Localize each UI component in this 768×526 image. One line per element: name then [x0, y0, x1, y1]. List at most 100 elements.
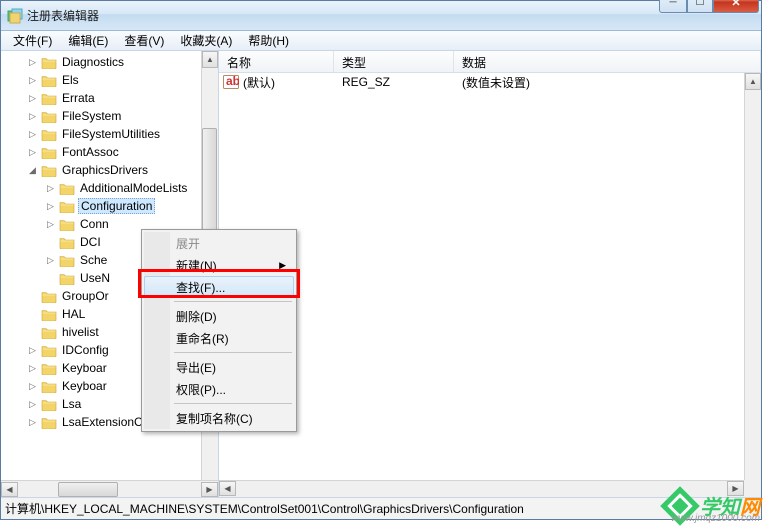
expand-icon[interactable]: ▷: [45, 183, 56, 194]
tree-item[interactable]: ▷ FileSystemUtilities: [1, 125, 218, 143]
folder-icon: [59, 200, 75, 213]
col-data[interactable]: 数据: [454, 51, 761, 72]
folder-icon: [41, 416, 57, 429]
folder-icon: [41, 398, 57, 411]
tree-hscroll[interactable]: ◀▶: [1, 480, 218, 497]
expand-icon[interactable]: ▷: [27, 363, 38, 374]
watermark: 学知网 www.jmqz1000.com: [666, 491, 760, 520]
folder-icon: [41, 362, 57, 375]
expand-icon[interactable]: [45, 237, 56, 248]
tree-label: DCI: [78, 235, 103, 249]
expand-icon[interactable]: ▷: [27, 129, 38, 140]
expand-icon[interactable]: ▷: [45, 201, 56, 212]
folder-icon: [59, 236, 75, 249]
tree-item[interactable]: ▷ AdditionalModeLists: [1, 179, 218, 197]
tree-label: IDConfig: [60, 343, 111, 357]
context-menu: 展开 新建(N)▶ 查找(F)... 删除(D) 重命名(R) 导出(E) 权限…: [141, 229, 297, 432]
titlebar[interactable]: 注册表编辑器 ─ ☐ ✕: [1, 1, 761, 31]
expand-icon[interactable]: ▷: [45, 255, 56, 266]
tree-label: HAL: [60, 307, 87, 321]
menu-help[interactable]: 帮助(H): [240, 30, 297, 51]
tree-label: hivelist: [60, 325, 101, 339]
expand-icon[interactable]: ▷: [27, 147, 38, 158]
cm-expand[interactable]: 展开: [144, 232, 294, 254]
col-name[interactable]: 名称: [219, 51, 334, 72]
tree-label: Lsa: [60, 397, 83, 411]
close-button[interactable]: ✕: [713, 0, 759, 13]
value-data: (数值未设置): [456, 74, 530, 91]
expand-icon[interactable]: ▷: [27, 57, 38, 68]
regedit-icon: [7, 8, 23, 24]
registry-editor-window: 注册表编辑器 ─ ☐ ✕ 文件(F) 编辑(E) 查看(V) 收藏夹(A) 帮助…: [0, 0, 762, 520]
tree-item[interactable]: ▷FontAssoc: [1, 143, 218, 161]
folder-icon: [41, 128, 57, 141]
cm-rename[interactable]: 重命名(R): [144, 327, 294, 349]
folder-icon: [41, 110, 57, 123]
list-pane: 名称 类型 数据 (默认) REG_SZ (数值未设置) ▲▼ ◀▶: [219, 51, 761, 497]
list-row[interactable]: (默认) REG_SZ (数值未设置): [219, 73, 761, 91]
expand-icon[interactable]: ▷: [27, 399, 38, 410]
reg-sz-icon: [223, 75, 239, 89]
tree-label: Conn: [78, 217, 111, 231]
folder-icon: [41, 290, 57, 303]
cm-permissions[interactable]: 权限(P)...: [144, 378, 294, 400]
folder-icon: [59, 272, 75, 285]
expand-icon[interactable]: ▷: [27, 111, 38, 122]
tree-label: Sche: [78, 253, 109, 267]
folder-icon: [41, 92, 57, 105]
folder-icon: [41, 74, 57, 87]
cm-copykey[interactable]: 复制项名称(C): [144, 407, 294, 429]
menubar: 文件(F) 编辑(E) 查看(V) 收藏夹(A) 帮助(H): [1, 31, 761, 51]
tree-item[interactable]: ◢ GraphicsDrivers: [1, 161, 218, 179]
col-type[interactable]: 类型: [334, 51, 454, 72]
window-title: 注册表编辑器: [27, 7, 659, 24]
cm-new[interactable]: 新建(N)▶: [144, 254, 294, 276]
tree-label: FileSystemUtilities: [60, 127, 162, 141]
folder-icon: [41, 326, 57, 339]
expand-icon[interactable]: [27, 291, 38, 302]
expand-icon[interactable]: [27, 327, 38, 338]
folder-icon: [41, 380, 57, 393]
cm-delete[interactable]: 删除(D): [144, 305, 294, 327]
expand-icon[interactable]: ▷: [27, 345, 38, 356]
tree-item[interactable]: ▷ FileSystem: [1, 107, 218, 125]
folder-icon: [41, 164, 57, 177]
folder-icon: [59, 218, 75, 231]
value-name: (默认): [243, 74, 336, 91]
expand-icon[interactable]: ▷: [27, 75, 38, 86]
menu-favorites[interactable]: 收藏夹(A): [172, 30, 240, 51]
tree-label: GroupOr: [60, 289, 111, 303]
tree-item[interactable]: ▷ Diagnostics: [1, 53, 218, 71]
cm-find[interactable]: 查找(F)...: [144, 276, 294, 298]
expand-icon[interactable]: ▷: [27, 93, 38, 104]
expand-icon[interactable]: [45, 273, 56, 284]
menu-edit[interactable]: 编辑(E): [60, 30, 116, 51]
folder-icon: [41, 344, 57, 357]
folder-icon: [59, 182, 75, 195]
tree-label: FileSystem: [60, 109, 123, 123]
expand-icon[interactable]: ◢: [27, 165, 38, 176]
tree-label: Els: [60, 73, 81, 87]
expand-icon[interactable]: ▷: [27, 417, 38, 428]
menu-view[interactable]: 查看(V): [116, 30, 172, 51]
expand-icon[interactable]: [27, 309, 38, 320]
tree-item[interactable]: ▷ Els: [1, 71, 218, 89]
tree-label: Diagnostics: [60, 55, 126, 69]
maximize-button[interactable]: ☐: [687, 0, 713, 13]
folder-icon: [41, 146, 57, 159]
tree-item[interactable]: ▷Errata: [1, 89, 218, 107]
menu-file[interactable]: 文件(F): [5, 30, 60, 51]
expand-icon[interactable]: ▷: [45, 219, 56, 230]
folder-icon: [41, 308, 57, 321]
cm-export[interactable]: 导出(E): [144, 356, 294, 378]
tree-label: AdditionalModeLists: [78, 181, 189, 195]
tree-label: Keyboar: [60, 379, 109, 393]
tree-item[interactable]: ▷Configuration: [1, 197, 218, 215]
list-vscroll[interactable]: ▲▼: [744, 73, 761, 497]
value-type: REG_SZ: [336, 75, 456, 89]
expand-icon[interactable]: ▷: [27, 381, 38, 392]
tree-label: UseN: [78, 271, 112, 285]
minimize-button[interactable]: ─: [659, 0, 687, 13]
tree-label: GraphicsDrivers: [60, 163, 150, 177]
folder-icon: [59, 254, 75, 267]
